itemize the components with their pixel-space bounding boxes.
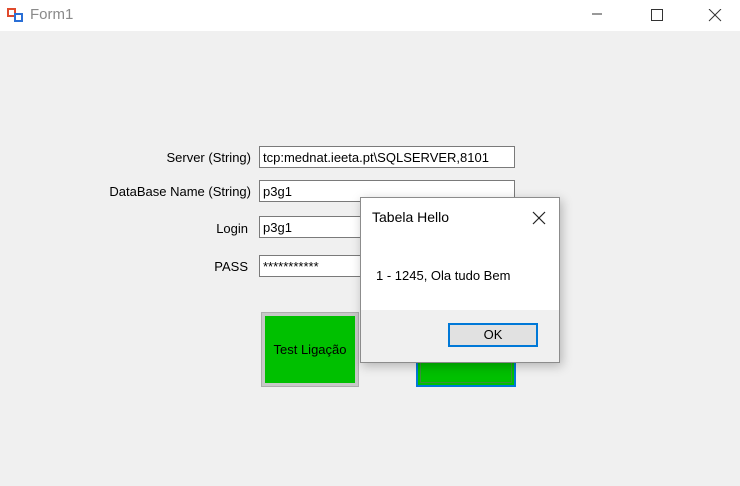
ok-button[interactable]: OK bbox=[448, 323, 538, 347]
message-box-dialog: Tabela Hello 1 - 1245, Ola tudo Bem OK bbox=[360, 197, 560, 363]
database-name-label: DataBase Name (String) bbox=[109, 184, 251, 199]
minimize-button[interactable] bbox=[574, 0, 620, 31]
title-bar: Form1 bbox=[0, 0, 740, 31]
pass-label: PASS bbox=[214, 259, 248, 274]
test-connection-button[interactable]: Test Ligação bbox=[261, 312, 359, 387]
login-label: Login bbox=[216, 221, 248, 236]
dialog-footer: OK bbox=[361, 310, 559, 362]
close-button[interactable] bbox=[692, 0, 738, 31]
dialog-close-button[interactable] bbox=[527, 206, 551, 230]
dialog-message: 1 - 1245, Ola tudo Bem bbox=[376, 268, 511, 283]
window-title: Form1 bbox=[30, 6, 74, 23]
server-input[interactable]: tcp:mednat.ieeta.pt\SQLSERVER,8101 bbox=[259, 146, 515, 168]
close-icon bbox=[708, 9, 722, 22]
winforms-app-icon bbox=[7, 8, 23, 22]
maximize-button[interactable] bbox=[634, 0, 680, 31]
minimize-icon bbox=[592, 13, 602, 15]
maximize-icon bbox=[651, 9, 663, 21]
server-label: Server (String) bbox=[166, 150, 251, 165]
dialog-title: Tabela Hello bbox=[372, 209, 450, 225]
close-icon bbox=[532, 211, 546, 225]
